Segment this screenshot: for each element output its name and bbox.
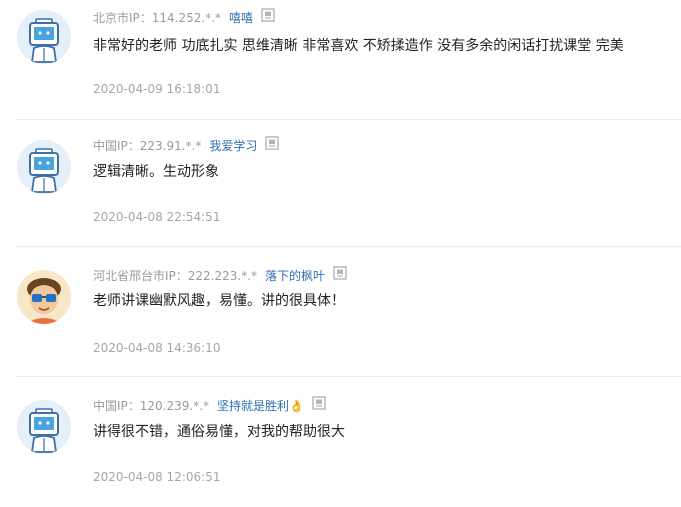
comment-text: 讲得很不错，通俗易懂，对我的帮助很大 <box>93 424 345 440</box>
comment-time: 2020-04-08 22:54:51 <box>93 210 221 224</box>
divider <box>16 246 681 247</box>
comment-time: 2020-04-09 16:18:01 <box>93 82 221 96</box>
report-icon[interactable] <box>312 395 326 415</box>
cartoon-boy-avatar[interactable] <box>17 270 71 324</box>
username-link[interactable]: 嘻嘻 <box>229 11 253 25</box>
username-link[interactable]: 落下的枫叶 <box>265 269 325 283</box>
comment-list: 北京市IP：114.252.*.* 嘻嘻 非常好的老师 功底扎实 思维清晰 非常喜… <box>0 0 681 487</box>
comment-text: 非常好的老师 功底扎实 思维清晰 非常喜欢 不矫揉造作 没有多余的闲话打扰课堂 … <box>93 38 624 54</box>
comment-meta: 河北省邢台市IP：222.223.*.* 落下的枫叶 <box>93 265 347 285</box>
divider <box>16 376 681 377</box>
comment-meta: 中国IP：223.91.*.* 我爱学习 <box>93 135 280 155</box>
cartoon-boy-avatar-icon <box>17 270 71 324</box>
report-icon[interactable] <box>261 7 275 27</box>
robot-avatar-icon <box>17 140 71 194</box>
ip-location: 中国IP：223.91.*.* <box>93 139 202 153</box>
comment-item: 北京市IP：114.252.*.* 嘻嘻 非常好的老师 功底扎实 思维清晰 非常喜… <box>0 0 681 120</box>
robot-avatar-icon <box>17 10 71 64</box>
robot-avatar[interactable] <box>17 140 71 194</box>
username-link[interactable]: 坚持就是胜利👌 <box>217 399 304 413</box>
comment-text: 老师讲课幽默风趣，易懂。讲的很具体！ <box>93 293 345 309</box>
comment-item: 河北省邢台市IP：222.223.*.* 落下的枫叶 老师讲课幽默风趣，易懂。讲的… <box>0 258 681 378</box>
comment-item: 中国IP：120.239.*.* 坚持就是胜利👌 讲得很不错，通俗易懂，对我的帮助… <box>0 387 681 507</box>
ip-location: 河北省邢台市IP：222.223.*.* <box>93 269 258 283</box>
comment-item: 中国IP：223.91.*.* 我爱学习 逻辑清晰。生动形象 2020-04-08… <box>0 127 681 247</box>
username-link[interactable]: 我爱学习 <box>209 139 257 153</box>
ip-location: 中国IP：120.239.*.* <box>93 399 210 413</box>
robot-avatar-icon <box>17 400 71 454</box>
divider <box>16 119 681 120</box>
comment-meta: 中国IP：120.239.*.* 坚持就是胜利👌 <box>93 395 326 415</box>
report-icon[interactable] <box>265 135 280 155</box>
comment-time: 2020-04-08 14:36:10 <box>93 341 221 355</box>
report-icon[interactable] <box>333 265 347 285</box>
ip-location: 北京市IP：114.252.*.* <box>93 11 222 25</box>
robot-avatar[interactable] <box>17 10 71 64</box>
comment-time: 2020-04-08 12:06:51 <box>93 470 221 484</box>
comment-text: 逻辑清晰。生动形象 <box>93 164 219 180</box>
robot-avatar[interactable] <box>17 400 71 454</box>
comment-meta: 北京市IP：114.252.*.* 嘻嘻 <box>93 7 275 27</box>
